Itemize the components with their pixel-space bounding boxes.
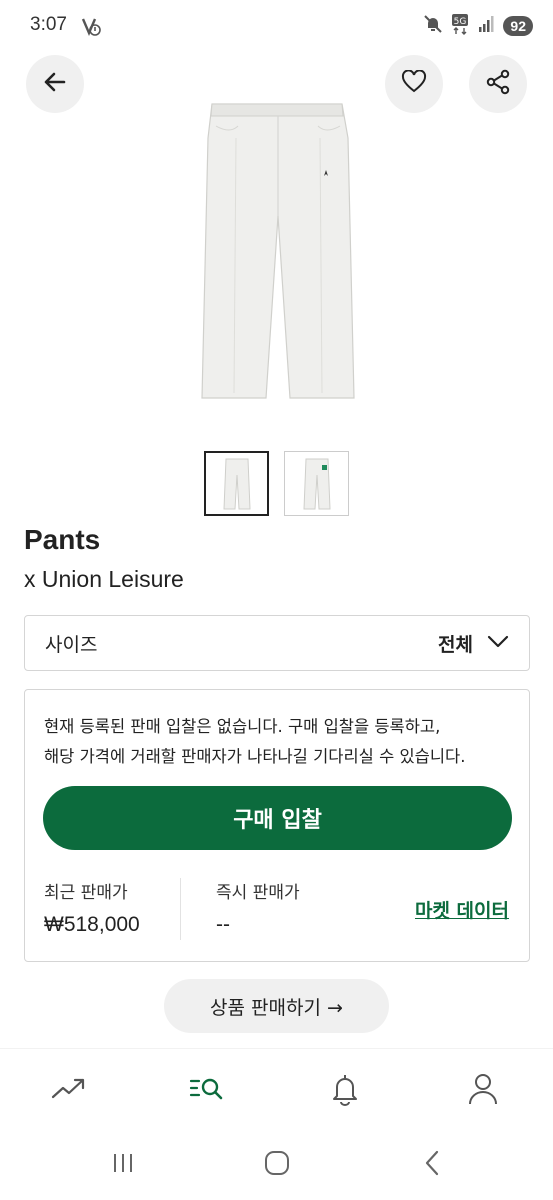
5g-icon: 5G [451, 13, 469, 39]
stat-divider [180, 878, 181, 940]
product-image[interactable] [190, 98, 365, 403]
system-nav-bar [0, 1132, 553, 1200]
user-icon [468, 1072, 498, 1110]
nav-search[interactable] [187, 1071, 227, 1111]
home-icon [264, 1150, 290, 1180]
instant-sell-value: -- [216, 913, 230, 936]
product-subtitle: x Union Leisure [24, 566, 184, 592]
system-back-button[interactable] [412, 1150, 452, 1180]
size-select[interactable]: 사이즈 전체 [24, 615, 530, 671]
instant-sell-label: 즉시 판매가 [216, 883, 300, 903]
bid-notice-line-2: 해당 가격에 거래할 판매자가 나타나길 기다리실 수 있습니다. [44, 747, 466, 766]
market-data-link[interactable]: 마켓 데이터 [415, 896, 509, 923]
home-button[interactable] [257, 1150, 297, 1180]
battery-indicator: 92 [503, 16, 533, 36]
mute-icon [423, 14, 443, 38]
recent-price: 최근 판매가 ₩518,000 [44, 878, 140, 937]
status-right-icons: 5G 92 [423, 13, 533, 39]
instant-sell-price: 즉시 판매가 -- [216, 878, 300, 937]
sell-product-button[interactable]: 상품 판매하기 → [164, 979, 389, 1033]
recent-apps-button[interactable] [103, 1150, 143, 1180]
signal-icon [477, 15, 495, 37]
share-button[interactable] [469, 55, 527, 113]
share-icon [485, 69, 511, 99]
thumbnail-2[interactable] [284, 451, 349, 516]
thumbnail-strip [204, 451, 349, 516]
chevron-down-icon [487, 634, 509, 653]
nav-notifications[interactable] [325, 1071, 365, 1111]
search-list-icon [189, 1075, 225, 1107]
recent-apps-icon [111, 1152, 135, 1178]
white-pants-image [201, 103, 355, 399]
back-icon [424, 1150, 440, 1180]
bid-notice-line-1: 현재 등록된 판매 입찰은 없습니다. 구매 입찰을 등록하고, [44, 717, 441, 736]
recent-price-value: ₩518,000 [44, 913, 140, 936]
nav-profile[interactable] [463, 1071, 503, 1111]
like-button[interactable] [385, 55, 443, 113]
pants-thumbnail [222, 458, 251, 509]
size-value: 전체 [438, 633, 473, 656]
thumbnail-1[interactable] [204, 451, 269, 516]
size-label: 사이즈 [45, 633, 98, 656]
arrow-left-icon [42, 69, 68, 99]
size-value-group: 전체 [438, 630, 509, 657]
buy-bid-button[interactable]: 구매 입찰 [43, 786, 512, 850]
status-time: 3:07 [30, 14, 67, 35]
heart-icon [401, 69, 427, 98]
nav-trending[interactable] [49, 1071, 89, 1111]
bottom-nav [0, 1048, 553, 1132]
back-button[interactable] [26, 55, 84, 113]
svg-text:5G: 5G [454, 17, 467, 27]
trending-icon [51, 1077, 87, 1105]
pants-back-thumbnail [302, 458, 331, 509]
bid-notice: 현재 등록된 판매 입찰은 없습니다. 구매 입찰을 등록하고, 해당 가격에 … [44, 712, 514, 772]
recent-price-label: 최근 판매가 [44, 883, 128, 903]
bid-card: 현재 등록된 판매 입찰은 없습니다. 구매 입찰을 등록하고, 해당 가격에 … [24, 689, 530, 962]
bell-icon [330, 1072, 360, 1110]
status-bar: 3:07 5G 92 [0, 0, 553, 52]
notification-icon [80, 15, 102, 41]
product-title: Pants [24, 524, 101, 555]
